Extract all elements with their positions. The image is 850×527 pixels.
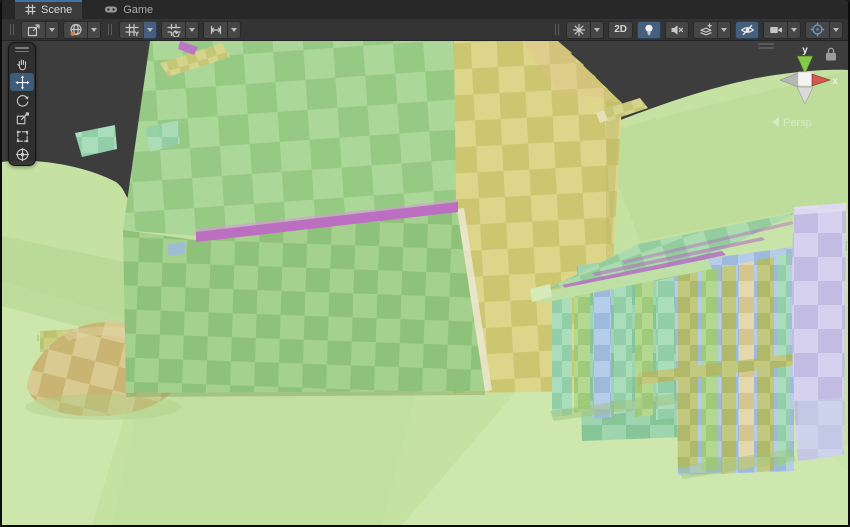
chevron-down-icon <box>91 27 97 32</box>
grid-visibility-button[interactable] <box>119 20 157 39</box>
gizmo-center-cube[interactable] <box>797 71 813 87</box>
lightbulb-icon <box>645 24 653 35</box>
gizmo-y-label: y <box>802 45 808 56</box>
lighting-toggle-button[interactable] <box>637 20 661 39</box>
tools-overlay-handle[interactable] <box>15 45 29 55</box>
chevron-down-icon <box>189 27 195 32</box>
transform-icon <box>15 147 29 161</box>
overlay-handle[interactable] <box>758 43 774 45</box>
snap-increment-dropdown[interactable] <box>227 20 241 39</box>
grid-snapping-dropdown[interactable] <box>185 20 199 39</box>
grid-snap-handle[interactable] <box>108 24 112 35</box>
audio-toggle-button[interactable] <box>665 20 689 39</box>
tool-settings-handle[interactable] <box>10 24 14 35</box>
tool-view[interactable] <box>10 55 34 73</box>
tool-transform[interactable] <box>10 145 34 163</box>
gizmos-dropdown[interactable] <box>829 20 843 39</box>
grid-visibility-dropdown[interactable] <box>143 20 157 39</box>
lavender-pillar[interactable] <box>791 203 846 461</box>
chevron-down-icon <box>49 27 55 32</box>
tool-rect[interactable] <box>10 127 34 145</box>
chevron-down-icon <box>833 27 839 32</box>
chevron-down-icon <box>594 27 601 32</box>
orientation-button[interactable] <box>63 20 101 39</box>
view-options-handle[interactable] <box>555 24 560 35</box>
camera-icon <box>769 26 782 33</box>
audio-muted-icon <box>671 24 684 35</box>
chevron-down-icon <box>791 27 797 32</box>
2d-toggle-button[interactable]: 2D <box>608 20 633 39</box>
hand-icon <box>16 59 26 70</box>
unity-scene-view-window: Scene Game 2D y x Persp <box>0 0 850 527</box>
scene-toolbar: 2D <box>2 19 848 41</box>
2d-label: 2D <box>614 24 627 35</box>
pivot-mode-button[interactable] <box>21 20 59 39</box>
move-icon <box>14 74 30 90</box>
snap-increment-button[interactable] <box>203 20 241 39</box>
tool-rotate[interactable] <box>10 91 34 109</box>
projection-label: Persp <box>783 117 812 129</box>
scene-render: y x Persp <box>2 41 848 525</box>
draw-mode-dropdown[interactable] <box>590 20 605 39</box>
camera-settings-dropdown[interactable] <box>787 20 801 39</box>
effects-button[interactable] <box>693 20 731 39</box>
tool-move[interactable] <box>10 73 34 91</box>
gizmo-x-label: x <box>832 76 838 87</box>
camera-settings-button[interactable] <box>763 20 801 39</box>
burst-icon <box>572 23 585 36</box>
chevron-down-icon <box>721 27 727 32</box>
gizmos-icon <box>810 22 825 37</box>
snap-increment-icon <box>210 25 221 34</box>
scene-visibility-button[interactable] <box>735 20 759 39</box>
tab-scene[interactable]: Scene <box>15 0 83 19</box>
effects-icon <box>699 22 712 35</box>
pivot-dropdown[interactable] <box>45 20 59 39</box>
orientation-dropdown[interactable] <box>87 20 101 39</box>
draw-mode-button[interactable] <box>566 20 605 39</box>
scale-icon <box>16 111 29 124</box>
rotate-icon <box>16 94 29 107</box>
game-controller-icon <box>105 6 118 13</box>
chevron-down-icon <box>231 27 237 32</box>
tab-scene-label: Scene <box>41 3 73 16</box>
eye-slash-icon <box>740 24 754 35</box>
pivot-icon <box>27 23 40 36</box>
scene-viewport[interactable]: y x Persp <box>2 41 848 525</box>
tab-game[interactable]: Game <box>94 0 163 19</box>
effects-dropdown[interactable] <box>717 20 731 39</box>
scene-grid-icon <box>25 4 36 15</box>
tools-overlay <box>8 42 36 166</box>
tool-scale[interactable] <box>10 109 34 127</box>
grid-icon <box>124 23 139 36</box>
tab-bar: Scene Game <box>2 0 848 19</box>
grid-snap-icon <box>166 23 181 37</box>
overlay-handle[interactable] <box>758 47 774 49</box>
globe-icon <box>69 23 82 36</box>
grid-snapping-button[interactable] <box>161 20 199 39</box>
chevron-down-icon <box>147 27 153 32</box>
gizmos-button[interactable] <box>805 20 843 39</box>
tab-game-label: Game <box>123 3 154 16</box>
rect-icon <box>16 130 28 142</box>
